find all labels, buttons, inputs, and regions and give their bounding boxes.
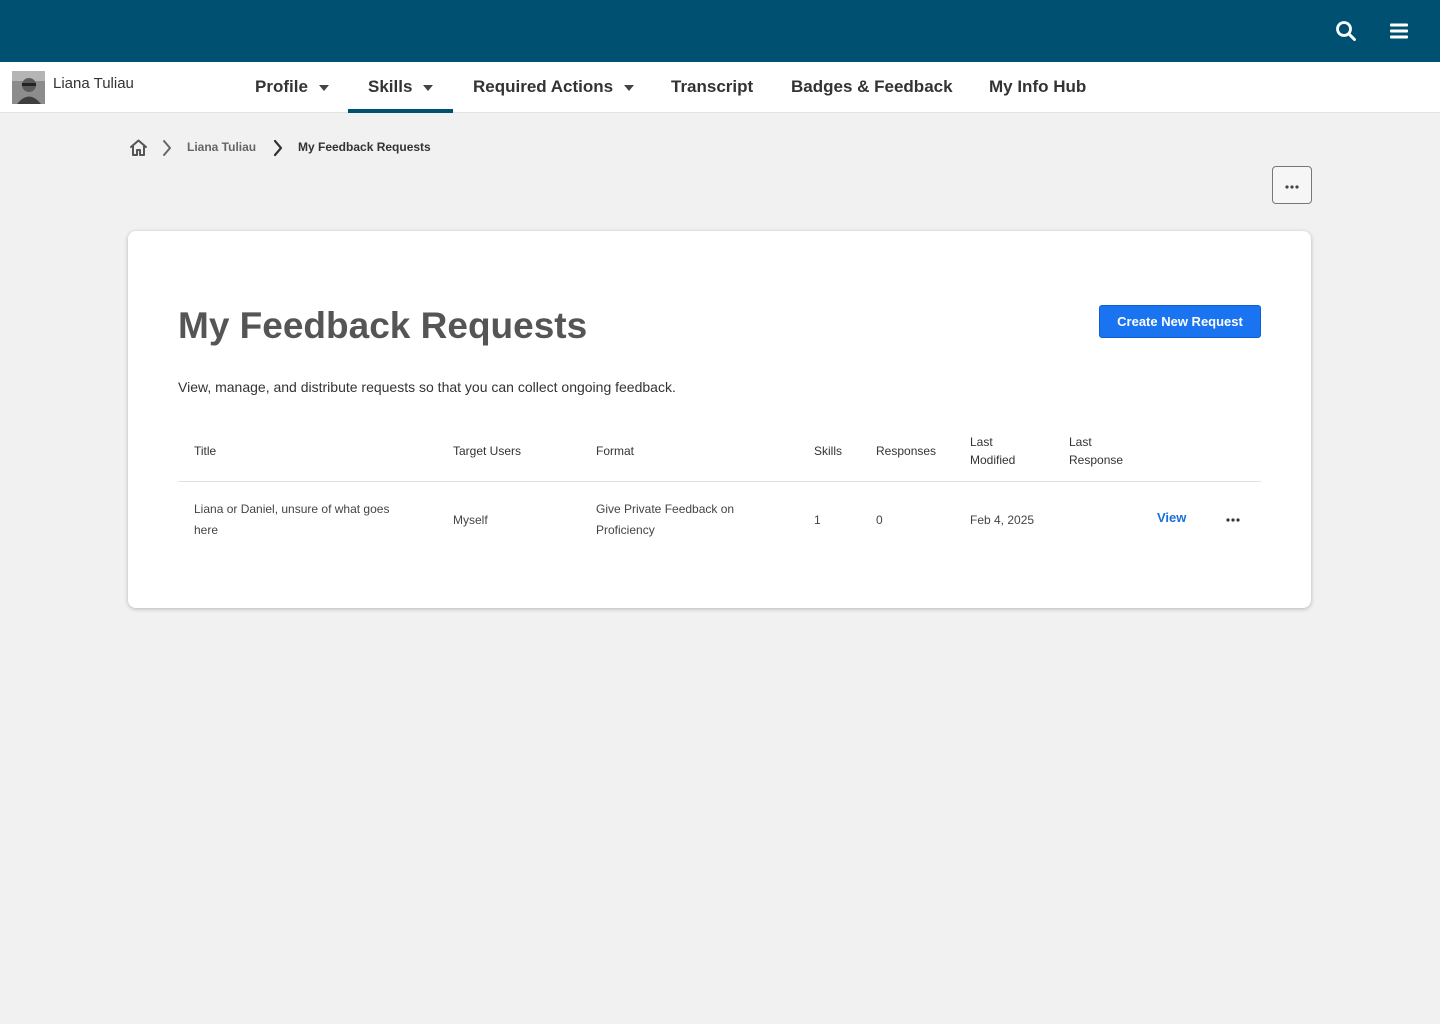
header-line: Response <box>1069 453 1124 467</box>
caret-down-icon <box>624 85 635 91</box>
nav-badges-feedback[interactable]: Badges & Feedback <box>791 62 953 112</box>
home-icon[interactable] <box>128 137 149 163</box>
nav-label: My Info Hub <box>989 77 1087 96</box>
nav-label: Transcript <box>671 77 754 96</box>
nav-label: Badges & Feedback <box>791 77 953 96</box>
column-header-last-response[interactable]: Last Response <box>1069 433 1123 469</box>
cell-line: Proficiency <box>596 523 655 537</box>
hamburger-menu-icon[interactable] <box>1387 19 1411 43</box>
page-description: View, manage, and distribute requests so… <box>178 379 676 395</box>
page-title: My Feedback Requests <box>178 305 588 346</box>
feedback-requests-card: My Feedback Requests Create New Request … <box>128 231 1311 608</box>
column-header-responses[interactable]: Responses <box>876 442 936 460</box>
row-format: Give Private Feedback on Proficiency <box>596 499 734 541</box>
chevron-right-icon <box>161 139 173 162</box>
table-divider <box>178 481 1261 482</box>
column-header-title[interactable]: Title <box>194 442 216 460</box>
header-line: Modified <box>970 453 1016 467</box>
nav-required-actions[interactable]: Required Actions <box>473 62 635 112</box>
column-header-skills[interactable]: Skills <box>814 442 842 460</box>
caret-down-icon <box>318 85 329 91</box>
nav-skills[interactable]: Skills <box>347 62 454 113</box>
nav-my-info-hub[interactable]: My Info Hub <box>989 62 1086 112</box>
nav-label: Skills <box>368 77 413 96</box>
breadcrumb-user-link[interactable]: Liana Tuliau <box>187 140 256 154</box>
top-header-bar <box>0 0 1440 62</box>
column-header-target-users[interactable]: Target Users <box>453 442 521 460</box>
cell-line: Give Private Feedback on <box>596 502 735 516</box>
user-name[interactable]: Liana Tuliau <box>53 75 134 92</box>
row-more-options-icon[interactable] <box>1223 512 1243 528</box>
page-options-button[interactable] <box>1272 166 1312 204</box>
nav-profile[interactable]: Profile <box>255 62 329 112</box>
row-title: Liana or Daniel, unsure of what goes her… <box>194 499 389 541</box>
row-target-users: Myself <box>453 513 488 527</box>
nav-transcript[interactable]: Transcript <box>671 62 753 112</box>
header-line: Last <box>1069 435 1092 449</box>
caret-down-icon <box>423 85 434 91</box>
chevron-right-icon <box>272 139 284 162</box>
search-icon[interactable] <box>1334 19 1358 43</box>
row-responses: 0 <box>876 513 883 527</box>
view-link[interactable]: View <box>1157 510 1186 525</box>
more-options-icon <box>1285 176 1299 194</box>
row-skills: 1 <box>814 513 821 527</box>
header-line: Last <box>970 435 993 449</box>
cell-line: here <box>194 523 219 537</box>
create-new-request-button[interactable]: Create New Request <box>1099 305 1261 338</box>
row-last-modified: Feb 4, 2025 <box>970 513 1035 527</box>
nav-label: Required Actions <box>473 77 614 96</box>
column-header-format[interactable]: Format <box>596 442 634 460</box>
avatar[interactable] <box>12 71 45 104</box>
main-navigation: Liana Tuliau Profile Skills Required Act… <box>0 62 1440 113</box>
cell-line: Liana or Daniel, unsure of what goes <box>194 502 390 516</box>
breadcrumb-current: My Feedback Requests <box>298 140 431 154</box>
nav-label: Profile <box>255 77 308 96</box>
column-header-last-modified[interactable]: Last Modified <box>970 433 1015 469</box>
